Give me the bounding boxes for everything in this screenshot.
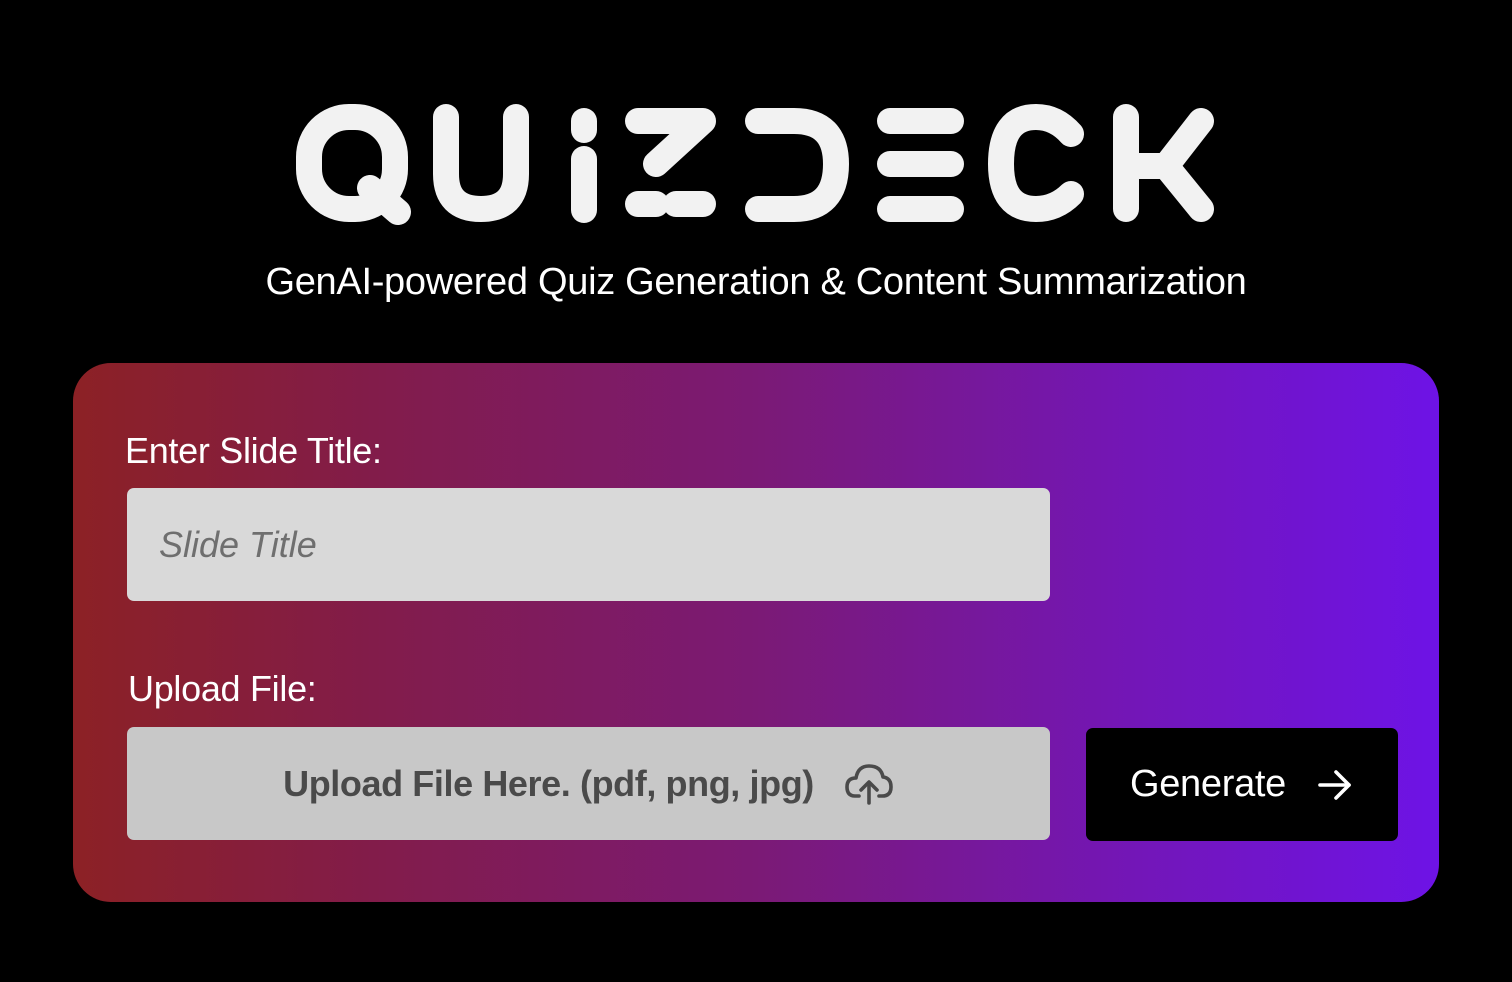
generate-button-label: Generate bbox=[1129, 763, 1287, 805]
cloud-upload-icon bbox=[844, 762, 894, 806]
arrow-right-icon bbox=[1316, 766, 1354, 804]
slide-title-input[interactable] bbox=[127, 488, 1050, 601]
quizdeck-logo bbox=[296, 104, 1222, 228]
upload-prompt-text: Upload File Here. (pdf, png, jpg) bbox=[283, 762, 814, 804]
app-subtitle: GenAI-powered Quiz Generation & Content … bbox=[265, 261, 1247, 303]
file-upload-dropzone[interactable]: Upload File Here. (pdf, png, jpg) bbox=[127, 727, 1050, 840]
upload-file-label: Upload File: bbox=[128, 668, 317, 709]
generate-button[interactable]: Generate bbox=[1086, 728, 1398, 841]
slide-title-label: Enter Slide Title: bbox=[125, 430, 382, 471]
quizdeck-page: GenAI-powered Quiz Generation & Content … bbox=[0, 0, 1512, 982]
quiz-form-card: Enter Slide Title: Upload File: Upload F… bbox=[73, 363, 1439, 902]
